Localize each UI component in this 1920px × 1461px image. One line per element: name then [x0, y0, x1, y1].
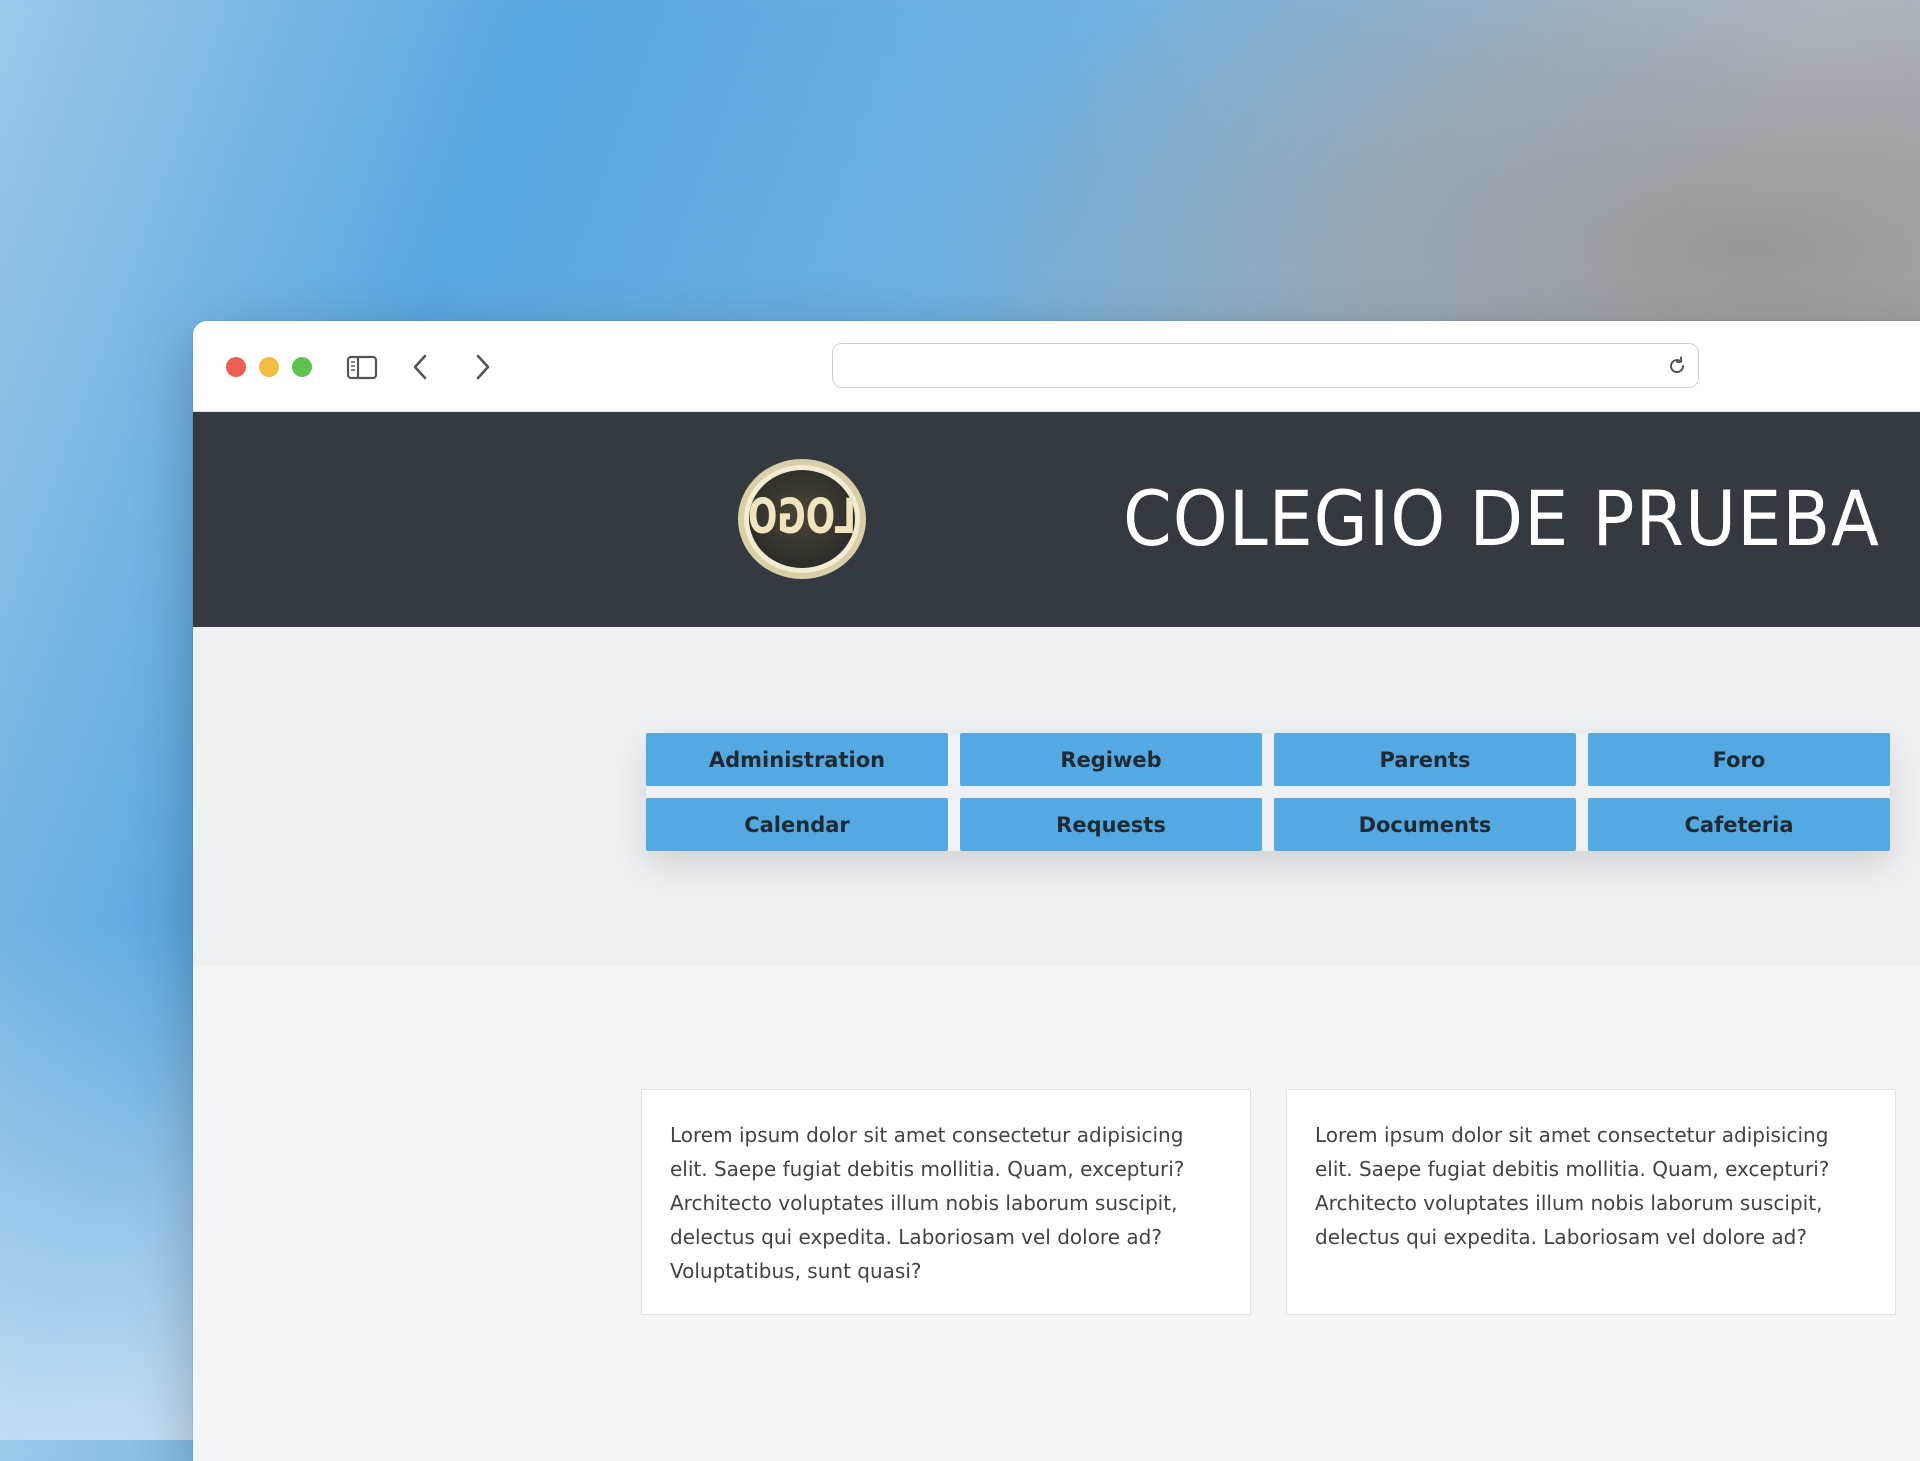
- page-title: COLEGIO DE PRUEBA: [1123, 474, 1880, 563]
- documents-button[interactable]: Documents: [1274, 798, 1576, 851]
- foro-button[interactable]: Foro: [1588, 733, 1890, 786]
- browser-window: LOGO COLEGIO DE PRUEBA Administration Re…: [193, 321, 1920, 1461]
- reload-icon[interactable]: [1666, 355, 1688, 377]
- info-card: Lorem ipsum dolor sit amet consectetur a…: [641, 1089, 1251, 1315]
- school-logo[interactable]: LOGO: [734, 455, 870, 583]
- cafeteria-button[interactable]: Cafeteria: [1588, 798, 1890, 851]
- forward-icon[interactable]: [464, 351, 498, 383]
- info-card-text: Lorem ipsum dolor sit amet consectetur a…: [670, 1123, 1185, 1283]
- close-window-button[interactable]: [226, 357, 246, 377]
- info-card: Lorem ipsum dolor sit amet consectetur a…: [1286, 1089, 1896, 1315]
- nav-button-grid: Administration Regiweb Parents Foro Cale…: [646, 733, 1890, 851]
- calendar-button[interactable]: Calendar: [646, 798, 948, 851]
- parents-button[interactable]: Parents: [1274, 733, 1576, 786]
- address-bar[interactable]: [832, 343, 1699, 388]
- administration-button[interactable]: Administration: [646, 733, 948, 786]
- browser-toolbar: [193, 321, 1920, 412]
- minimize-window-button[interactable]: [259, 357, 279, 377]
- site-header: LOGO COLEGIO DE PRUEBA: [193, 412, 1920, 627]
- maximize-window-button[interactable]: [292, 357, 312, 377]
- requests-button[interactable]: Requests: [960, 798, 1262, 851]
- sidebar-icon[interactable]: [345, 351, 379, 383]
- regiweb-button[interactable]: Regiweb: [960, 733, 1262, 786]
- svg-text:LOGO: LOGO: [748, 488, 856, 544]
- back-icon[interactable]: [405, 351, 439, 383]
- info-card-text: Lorem ipsum dolor sit amet consectetur a…: [1315, 1123, 1830, 1249]
